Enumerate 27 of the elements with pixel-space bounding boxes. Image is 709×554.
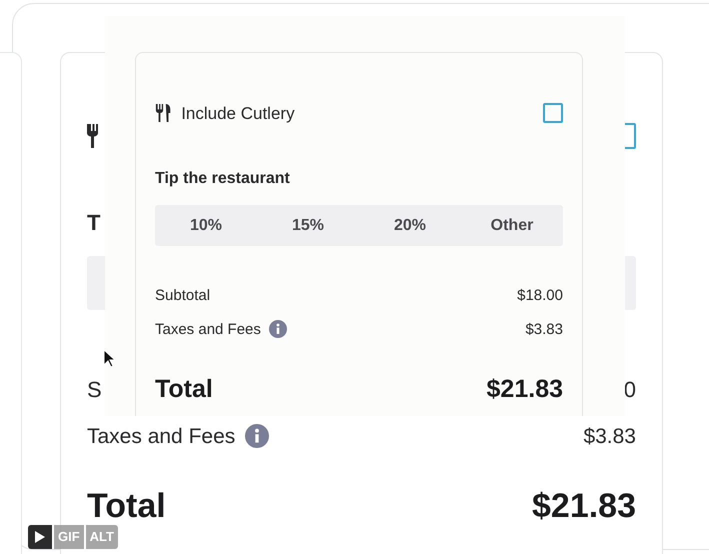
tip-option[interactable]: Other	[461, 205, 563, 246]
tip-option[interactable]: 10%	[155, 205, 257, 246]
info-icon[interactable]	[268, 320, 287, 338]
fork-icon	[87, 124, 98, 148]
taxes-value: $3.83	[525, 322, 563, 336]
info-icon[interactable]	[245, 424, 270, 448]
subtotal-label: S	[87, 379, 102, 401]
tip-heading: Tip the restaurant	[155, 171, 290, 187]
total-value: $21.83	[486, 376, 563, 402]
subtotal-label: Subtotal	[155, 288, 210, 302]
cutlery-checkbox[interactable]	[543, 103, 563, 123]
total-value: $21.83	[532, 489, 636, 523]
subtotal-value: $18.00	[517, 288, 563, 302]
play-button[interactable]	[28, 525, 52, 549]
total-label: Total	[155, 376, 213, 402]
media-badge: GIF	[54, 525, 84, 549]
taxes-value: $3.83	[583, 426, 636, 446]
cutlery-icon	[155, 104, 172, 122]
tip-option[interactable]: 15%	[257, 205, 359, 246]
taxes-label: Taxes and Fees	[155, 322, 261, 336]
tip-heading: T	[87, 212, 100, 234]
play-icon	[35, 531, 45, 543]
total-label: Total	[87, 489, 166, 523]
cutlery-label: Include Cutlery	[181, 104, 295, 122]
taxes-label: Taxes and Fees	[87, 426, 236, 446]
tip-option[interactable]: 20%	[359, 205, 461, 246]
subtotal-value: 0	[624, 379, 636, 401]
